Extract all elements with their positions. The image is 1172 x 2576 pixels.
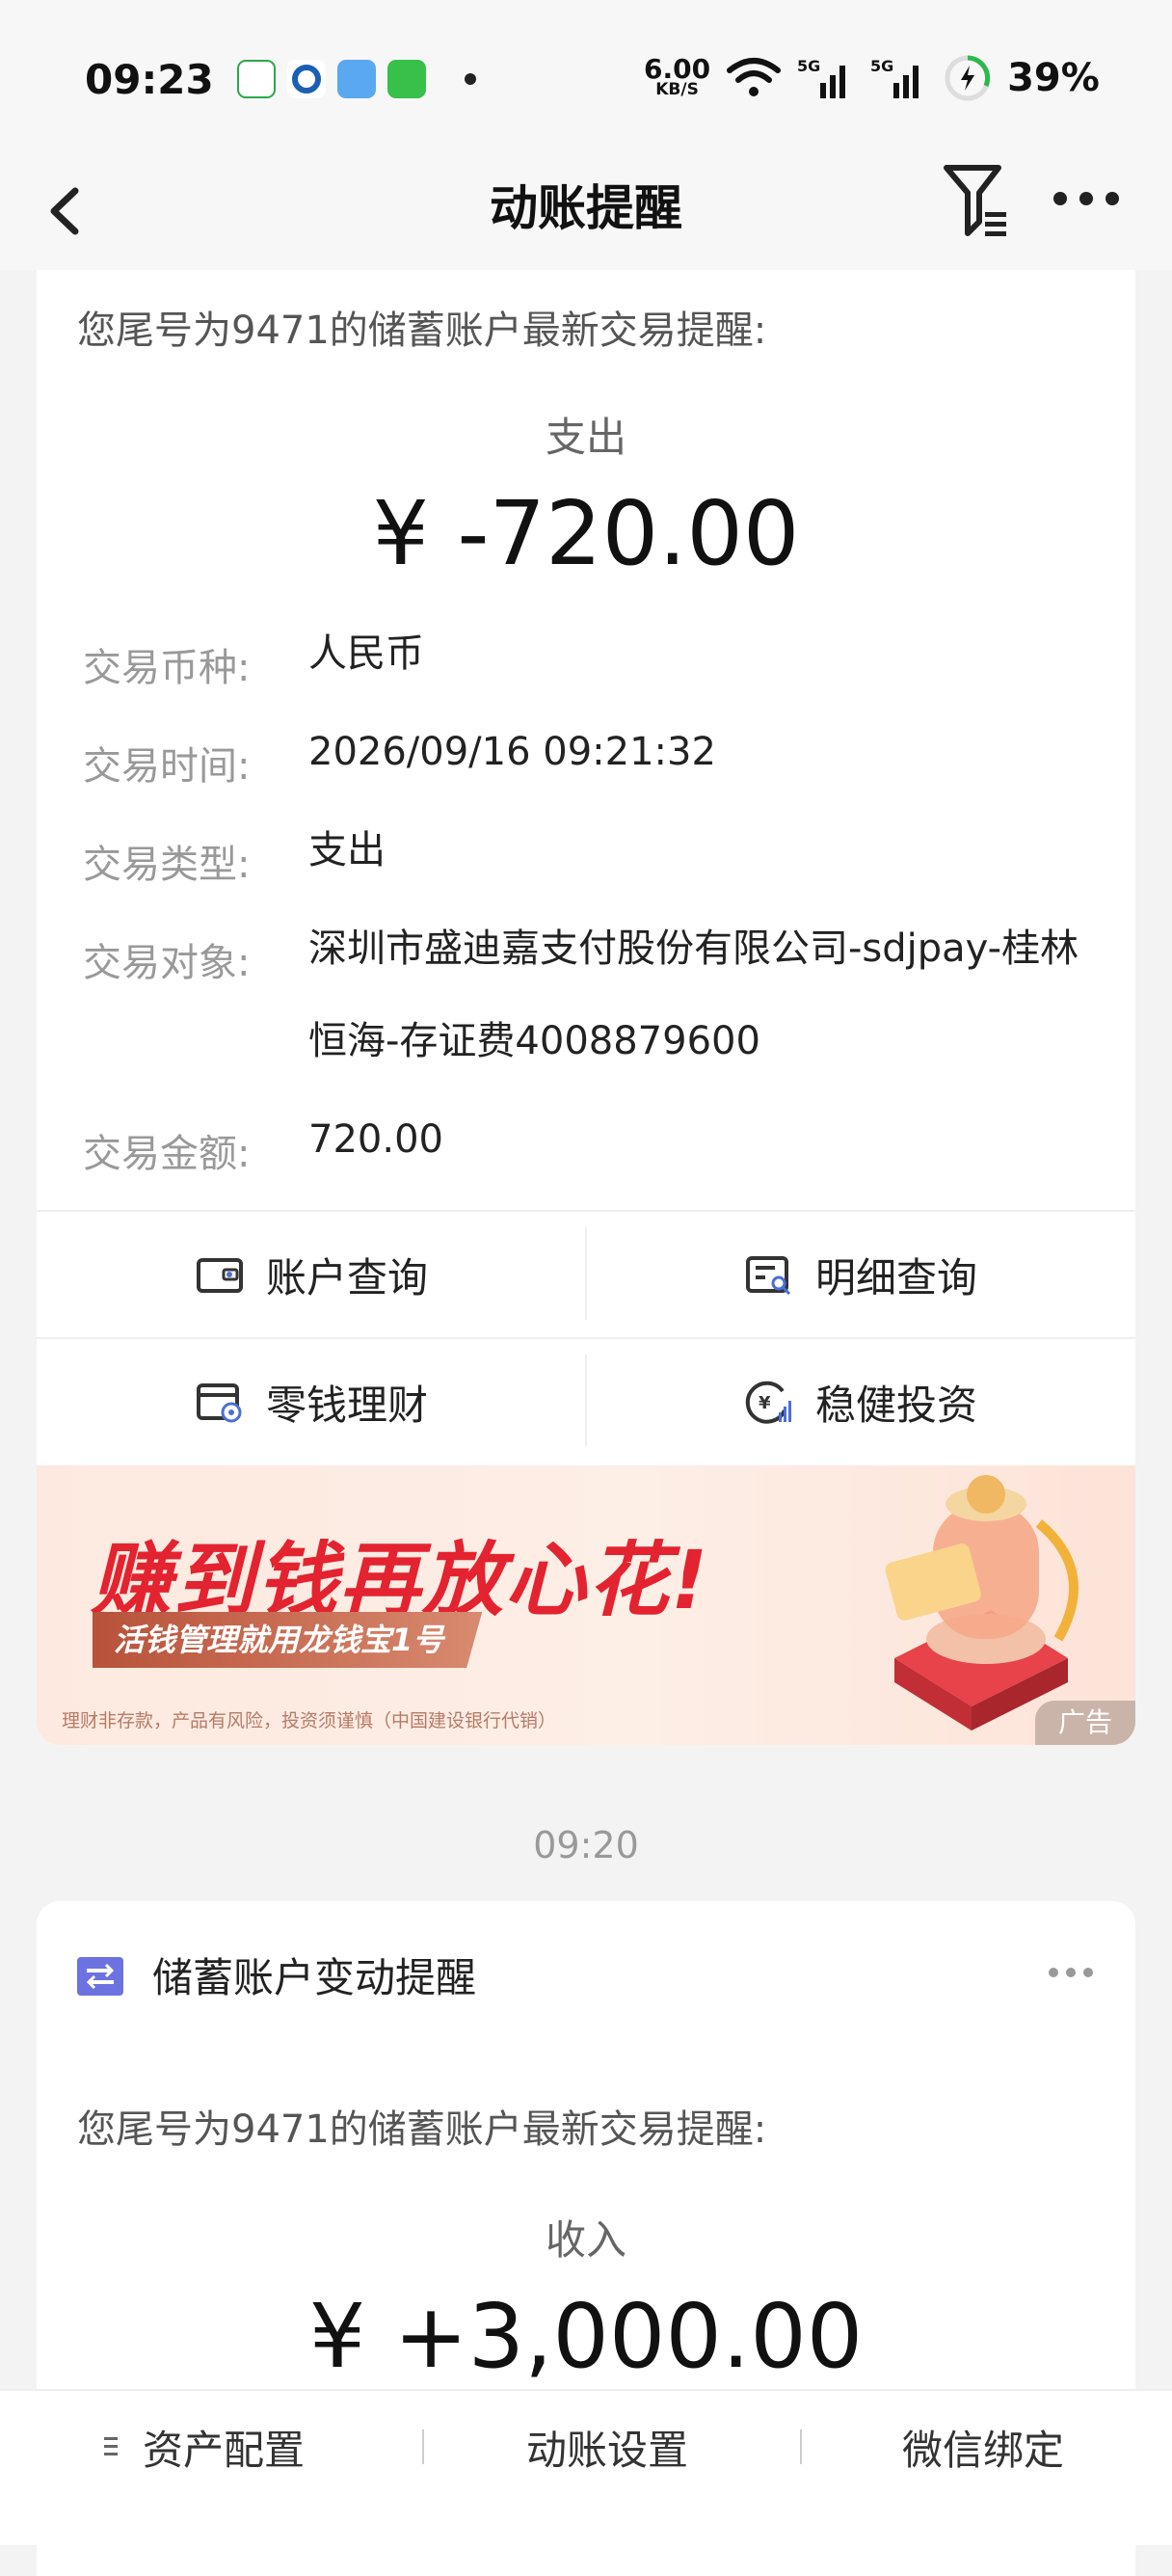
battery-percent: 39%: [1007, 56, 1100, 100]
card-more-icon[interactable]: [1047, 1965, 1095, 1980]
bottom-menu-bar: 资产配置 动账设置 微信绑定: [0, 2389, 1172, 2545]
more-notifications-dot: [465, 73, 476, 85]
transaction-amount: ¥ +3,000.00: [308, 2285, 864, 2388]
wechat-binding-label: 微信绑定: [902, 2426, 1065, 2474]
wechat-binding-menu[interactable]: 微信绑定: [902, 2391, 1064, 2503]
notice-settings-menu[interactable]: 动账设置: [526, 2391, 688, 2503]
battery-charging-icon: [945, 55, 991, 101]
status-right: 6.00 KB/S 5G 5G 39%: [644, 54, 1100, 102]
time-value: 2026/09/16 09:21:32: [308, 730, 716, 774]
account-change-icon: [77, 1957, 123, 1996]
notice-settings-label: 动账设置: [526, 2426, 689, 2474]
counterparty-label: 交易对象:: [83, 941, 251, 985]
counterparty-value: 深圳市盛迪嘉支付股份有限公司-sdjpay-桂林恒海-存证费4008879600: [308, 926, 1079, 1063]
divider: [800, 2429, 802, 2464]
card-title: 储蓄账户变动提醒: [152, 1954, 477, 2001]
svg-text:5G: 5G: [870, 57, 893, 75]
messages-app-icon: [387, 60, 426, 98]
ad-tag: 广告: [1035, 1701, 1135, 1745]
wealth-icon: [196, 1383, 242, 1423]
more-options-icon[interactable]: [1051, 179, 1122, 218]
quick-actions: 账户查询 明细查询 零钱理财 ¥ 稳健投资: [37, 1210, 1135, 1465]
detail-query-button[interactable]: 明细查询: [586, 1212, 1135, 1337]
transaction-kind: 支出: [545, 414, 626, 461]
asset-allocation-menu[interactable]: 资产配置: [104, 2391, 305, 2503]
account-query-button[interactable]: 账户查询: [37, 1212, 586, 1337]
change-wealth-label: 零钱理财: [265, 1381, 428, 1429]
status-bar: 09:23 6.00 KB/S 5G 5G 39%: [0, 0, 1172, 154]
wallet-icon: [196, 1258, 243, 1293]
banner-disclaimer: 理财非存款，产品有风险，投资须谨慎（中国建设银行代销）: [62, 1710, 557, 1731]
time-label: 交易时间:: [83, 744, 251, 789]
signal-5g-icon: 5G: [797, 57, 846, 98]
transaction-notice-card: 您尾号为9471的储蓄账户最新交易提醒: 支出 ¥ -720.00 交易币种: …: [37, 270, 1135, 1745]
ad-banner[interactable]: 赚到钱再放心花! 活钱管理就用龙钱宝1号 理财非存款，产品有风险，投资须谨慎（中…: [37, 1465, 1135, 1745]
steady-invest-label: 稳健投资: [814, 1381, 977, 1429]
message-timestamp: 09:20: [533, 1824, 639, 1866]
svg-text:¥: ¥: [759, 1393, 771, 1413]
detail-search-icon: [745, 1256, 791, 1296]
bank-app-icon: [287, 60, 326, 98]
filter-icon[interactable]: [941, 160, 1014, 241]
transaction-amount: ¥ -720.00: [372, 482, 800, 585]
network-speed: 6.00 KB/S: [644, 56, 710, 99]
banner-subline: 活钱管理就用龙钱宝1号: [93, 1612, 483, 1668]
status-time: 09:23: [85, 56, 214, 103]
wifi-icon: [727, 58, 782, 96]
transaction-kind: 收入: [545, 2216, 626, 2264]
notification-icons: [237, 60, 476, 98]
steady-invest-button[interactable]: ¥ 稳健投资: [586, 1339, 1135, 1464]
notice-intro: 您尾号为9471的储蓄账户最新交易提醒:: [77, 2107, 767, 2152]
asset-allocation-label: 资产配置: [143, 2426, 306, 2474]
currency-value: 人民币: [308, 631, 424, 676]
type-value: 支出: [308, 828, 386, 872]
signal-5g-icon-2: 5G: [870, 57, 919, 98]
svg-text:5G: 5G: [797, 57, 820, 75]
invest-icon: ¥: [745, 1381, 791, 1424]
menu-icon: [104, 2437, 118, 2455]
detail-query-label: 明细查询: [814, 1253, 977, 1301]
oppo-app-icon: [237, 60, 276, 98]
account-query-label: 账户查询: [265, 1253, 428, 1301]
amount-label: 交易金额:: [83, 1132, 251, 1176]
amount-value: 720.00: [308, 1117, 443, 1162]
weather-app-icon: [337, 60, 376, 98]
notice-intro: 您尾号为9471的储蓄账户最新交易提醒:: [77, 309, 767, 353]
type-label: 交易类型:: [83, 843, 251, 887]
currency-label: 交易币种:: [83, 646, 251, 690]
divider: [422, 2429, 424, 2464]
change-wealth-button[interactable]: 零钱理财: [37, 1339, 586, 1464]
